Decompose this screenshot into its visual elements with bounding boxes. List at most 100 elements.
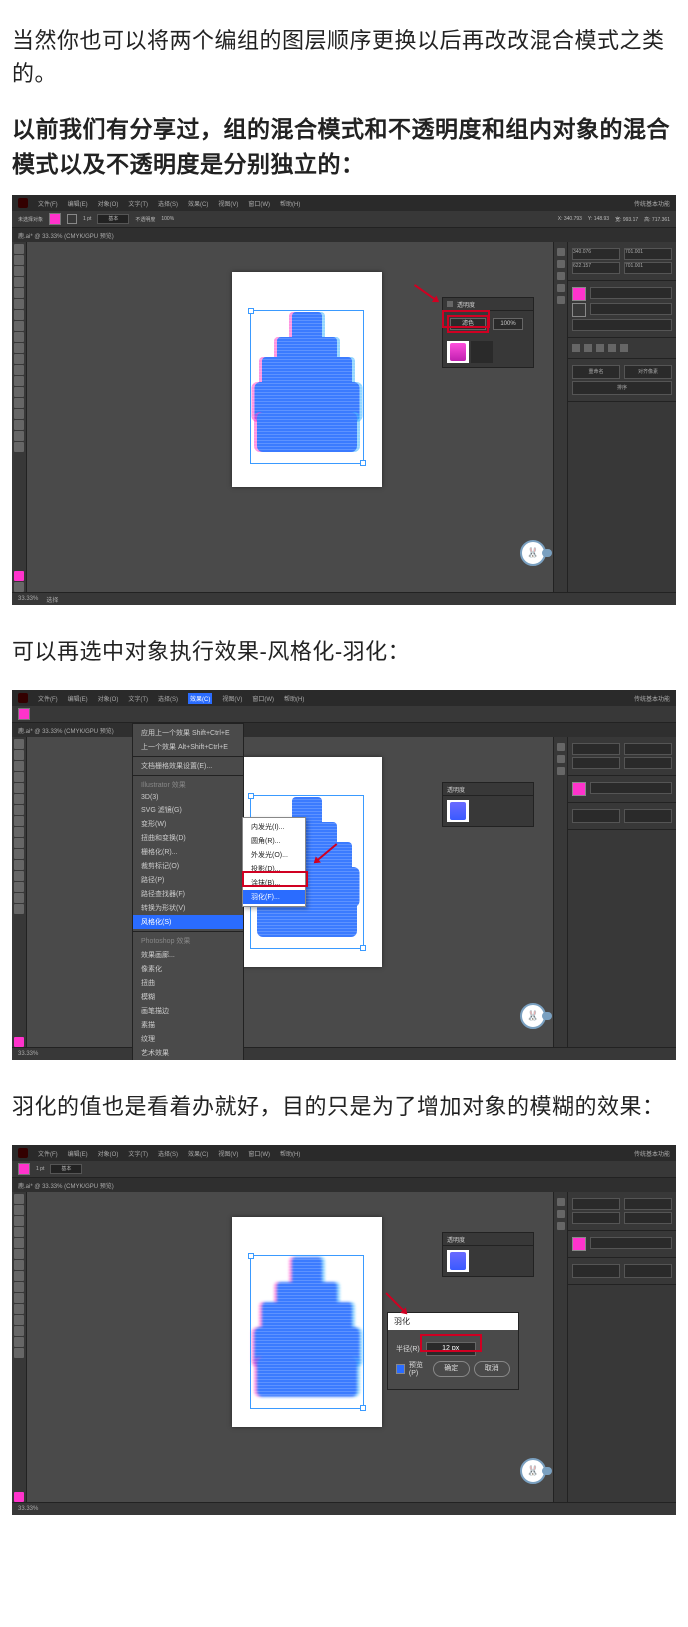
hand-tool-icon[interactable] bbox=[14, 431, 24, 441]
menu-item-sketch[interactable]: 素描 bbox=[133, 1018, 243, 1032]
menu-help[interactable]: 帮助(H) bbox=[280, 199, 300, 208]
tool-icon[interactable] bbox=[14, 1260, 24, 1270]
stroke-swatch[interactable] bbox=[67, 214, 77, 224]
tool-icon[interactable] bbox=[14, 1271, 24, 1281]
panel-icon-1[interactable] bbox=[557, 248, 565, 256]
tool-icon[interactable] bbox=[14, 739, 24, 749]
appearance-fill-swatch[interactable] bbox=[572, 1237, 586, 1251]
graphic-style[interactable]: 基本 bbox=[50, 1164, 82, 1174]
submenu-outer-glow[interactable]: 外发光(O)... bbox=[243, 848, 305, 862]
quick-action[interactable] bbox=[624, 1264, 672, 1278]
preview-checkbox[interactable] bbox=[396, 1364, 405, 1374]
gradient-tool-icon[interactable] bbox=[14, 387, 24, 397]
tool-icon[interactable] bbox=[14, 761, 24, 771]
menu-effect[interactable]: 效果(C) bbox=[188, 1149, 208, 1158]
menu-item-apply-last[interactable]: 应用上一个效果 Shift+Ctrl+E bbox=[133, 726, 243, 740]
quick-action-2[interactable]: 对齐像素 bbox=[624, 365, 672, 379]
tool-icon[interactable] bbox=[14, 1315, 24, 1325]
transform-y[interactable]: 701.001 bbox=[624, 248, 672, 260]
appearance-stroke-swatch[interactable] bbox=[572, 303, 586, 317]
fill-color-icon[interactable] bbox=[14, 1037, 24, 1047]
menu-type[interactable]: 文字(T) bbox=[128, 199, 148, 208]
canvas-area[interactable]: 应用上一个效果 Shift+Ctrl+E 上一个效果 Alt+Shift+Ctr… bbox=[12, 737, 676, 1047]
graphic-style[interactable]: 基本 bbox=[97, 214, 129, 224]
pencil-tool-icon[interactable] bbox=[14, 321, 24, 331]
quick-action[interactable] bbox=[624, 809, 672, 823]
menu-item-pixelate[interactable]: 像素化 bbox=[133, 962, 243, 976]
panel-icon[interactable] bbox=[557, 755, 565, 763]
appearance-fill-swatch[interactable] bbox=[572, 782, 586, 796]
document-tab[interactable]: 鹿.ai* @ 33.33% (CMYK/GPU 预览) bbox=[18, 231, 114, 240]
width-tool-icon[interactable] bbox=[14, 365, 24, 375]
menu-item-warp[interactable]: 变形(W) bbox=[133, 817, 243, 831]
tool-icon[interactable] bbox=[14, 1238, 24, 1248]
transparency-panel[interactable]: 透明度 滤色 100% bbox=[442, 297, 534, 368]
menu-effect[interactable]: 效果(C) bbox=[188, 199, 208, 208]
zoom-level[interactable]: 33.33% bbox=[18, 596, 38, 602]
tool-icon[interactable] bbox=[14, 1304, 24, 1314]
rect-tool-icon[interactable] bbox=[14, 299, 24, 309]
ok-button[interactable]: 确定 bbox=[433, 1361, 469, 1377]
quick-action[interactable] bbox=[572, 1264, 620, 1278]
fill-color-icon[interactable] bbox=[14, 571, 24, 581]
menu-file[interactable]: 文件(F) bbox=[38, 1149, 58, 1158]
type-tool-icon[interactable] bbox=[14, 277, 24, 287]
menu-window[interactable]: 窗口(W) bbox=[248, 199, 270, 208]
tool-icon[interactable] bbox=[14, 1348, 24, 1358]
quick-action[interactable] bbox=[572, 809, 620, 823]
menu-object[interactable]: 对象(O) bbox=[98, 199, 119, 208]
effect-menu-dropdown[interactable]: 应用上一个效果 Shift+Ctrl+E 上一个效果 Alt+Shift+Ctr… bbox=[132, 723, 244, 1060]
panel-icon[interactable] bbox=[557, 743, 565, 751]
menu-item-path[interactable]: 路径(P) bbox=[133, 873, 243, 887]
fill-swatch[interactable] bbox=[18, 708, 30, 720]
menu-view[interactable]: 视图(V) bbox=[218, 199, 238, 208]
align-icon[interactable] bbox=[584, 344, 592, 352]
transparency-panel[interactable]: 透明度 bbox=[442, 1232, 534, 1277]
pen-tool-icon[interactable] bbox=[14, 266, 24, 276]
zoom-level[interactable]: 33.33% bbox=[18, 1506, 38, 1512]
tool-icon[interactable] bbox=[14, 794, 24, 804]
appearance-fill-swatch[interactable] bbox=[572, 287, 586, 301]
menu-item-rasterize[interactable]: 栅格化(R)... bbox=[133, 845, 243, 859]
opacity-value[interactable]: 100% bbox=[161, 216, 174, 222]
menu-file[interactable]: 文件(F) bbox=[38, 694, 58, 703]
menu-help[interactable]: 帮助(H) bbox=[284, 694, 304, 703]
workspace-switcher[interactable]: 传统基本功能 bbox=[634, 199, 670, 208]
align-icon[interactable] bbox=[620, 344, 628, 352]
canvas-area[interactable]: 透明度 滤色 100% 340.076701.0 bbox=[12, 242, 676, 592]
document-tab[interactable]: 鹿.ai* @ 33.33% (CMYK/GPU 预览) bbox=[18, 1181, 114, 1190]
menu-help[interactable]: 帮助(H) bbox=[280, 1149, 300, 1158]
tool-icon[interactable] bbox=[14, 1194, 24, 1204]
menu-view[interactable]: 视图(V) bbox=[222, 694, 242, 703]
menu-item-cropmarks[interactable]: 裁剪标记(O) bbox=[133, 859, 243, 873]
menu-item-distort2[interactable]: 扭曲 bbox=[133, 976, 243, 990]
brush-tool-icon[interactable] bbox=[14, 310, 24, 320]
tool-icon[interactable] bbox=[14, 816, 24, 826]
stylize-submenu[interactable]: 内发光(I)... 圆角(R)... 外发光(O)... 投影(D)... 涂抹… bbox=[242, 817, 306, 907]
menu-item-last-effect[interactable]: 上一个效果 Alt+Shift+Ctrl+E bbox=[133, 740, 243, 754]
tool-icon[interactable] bbox=[14, 904, 24, 914]
submenu-feather[interactable]: 羽化(F)... bbox=[243, 890, 305, 904]
menu-item-distort[interactable]: 扭曲和变换(D) bbox=[133, 831, 243, 845]
menu-window[interactable]: 窗口(W) bbox=[248, 1149, 270, 1158]
eyedropper-tool-icon[interactable] bbox=[14, 398, 24, 408]
scale-tool-icon[interactable] bbox=[14, 354, 24, 364]
tool-icon[interactable] bbox=[14, 860, 24, 870]
align-icon[interactable] bbox=[572, 344, 580, 352]
panel-icon-2[interactable] bbox=[557, 260, 565, 268]
tool-icon[interactable] bbox=[14, 805, 24, 815]
menu-item-blur[interactable]: 模糊 bbox=[133, 990, 243, 1004]
document-tab[interactable]: 鹿.ai* @ 33.33% (CMYK/GPU 预览) bbox=[18, 726, 114, 735]
menu-type[interactable]: 文字(T) bbox=[128, 1149, 148, 1158]
transform-h[interactable]: 701.001 bbox=[624, 262, 672, 274]
direct-select-tool-icon[interactable] bbox=[14, 255, 24, 265]
menu-edit[interactable]: 编辑(E) bbox=[68, 199, 88, 208]
tool-icon[interactable] bbox=[14, 1216, 24, 1226]
panel-icon-3[interactable] bbox=[557, 272, 565, 280]
submenu-inner-glow[interactable]: 内发光(I)... bbox=[243, 820, 305, 834]
tool-icon[interactable] bbox=[14, 827, 24, 837]
menu-object[interactable]: 对象(O) bbox=[98, 694, 119, 703]
fill-swatch[interactable] bbox=[18, 1163, 30, 1175]
workspace-switcher[interactable]: 传统基本功能 bbox=[634, 1149, 670, 1158]
menu-select[interactable]: 选择(S) bbox=[158, 694, 178, 703]
